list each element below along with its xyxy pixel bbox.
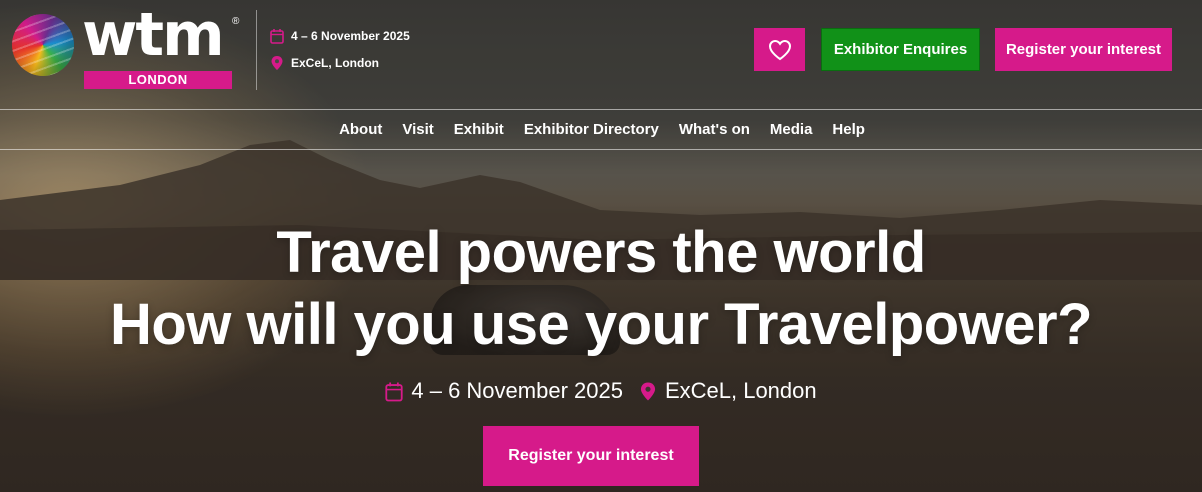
nav-item-about[interactable]: About (339, 121, 382, 138)
heart-icon (768, 39, 791, 60)
register-interest-header-button[interactable]: Register your interest (995, 28, 1172, 71)
hero-event-dates: 4 – 6 November 2025 (411, 378, 623, 403)
header-event-dates: 4 – 6 November 2025 (291, 29, 410, 43)
header-event-info: 4 – 6 November 2025 ExCeL, London (270, 27, 410, 81)
wtm-logo[interactable]: wtm ® LONDON (10, 0, 240, 92)
nav-item-whats-on[interactable]: What's on (679, 121, 750, 138)
logo-city-badge: LONDON (84, 71, 232, 89)
exhibitor-enquires-button[interactable]: Exhibitor Enquires (821, 28, 980, 71)
register-interest-hero-button[interactable]: Register your interest (483, 426, 699, 486)
location-pin-icon (640, 382, 656, 400)
hero-event-venue: ExCeL, London (664, 378, 817, 403)
hero-event-info: 4 – 6 November 2025 ExCeL, London (0, 378, 1202, 404)
favourite-button[interactable] (754, 28, 805, 71)
calendar-icon (270, 29, 284, 44)
registered-mark: ® (232, 16, 240, 27)
site-header: wtm ® LONDON 4 – 6 November 2025 ExCeL, … (0, 0, 1202, 110)
header-divider (256, 10, 257, 90)
nav-item-visit[interactable]: Visit (402, 121, 433, 138)
header-event-venue: ExCeL, London (291, 56, 379, 70)
main-navigation: About Visit Exhibit Exhibitor Directory … (0, 109, 1202, 150)
nav-item-media[interactable]: Media (770, 121, 813, 138)
hero-subheadline: How will you use your Travelpower? (109, 292, 1093, 357)
nav-item-exhibit[interactable]: Exhibit (454, 121, 504, 138)
globe-logo-icon (12, 14, 74, 76)
nav-item-exhibitor-directory[interactable]: Exhibitor Directory (524, 121, 659, 138)
nav-item-help[interactable]: Help (832, 121, 865, 138)
calendar-icon (385, 382, 403, 401)
location-pin-icon (271, 56, 283, 70)
hero-headline: Travel powers the world (276, 220, 926, 285)
logo-wordmark: wtm (82, 0, 225, 70)
